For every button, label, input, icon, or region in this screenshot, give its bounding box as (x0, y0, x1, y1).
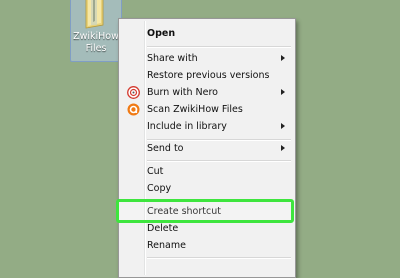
menu-item-label: Burn with Nero (147, 87, 218, 98)
folder-name-label: ZwikiHow Files (71, 31, 121, 55)
desktop-folder-item[interactable]: ZwikiHow Files (70, 0, 122, 62)
menu-item-label: Scan ZwikiHow Files (147, 104, 243, 115)
menu-item-label: Share with (147, 53, 198, 64)
menu-item-label: Open (147, 28, 176, 39)
menu-item-send-to[interactable]: Send to (121, 140, 293, 157)
menu-item-cut[interactable]: Cut (121, 163, 293, 180)
submenu-arrow-icon (281, 145, 285, 151)
submenu-arrow-icon (281, 55, 285, 61)
menu-item-label: Send to (147, 143, 184, 154)
context-menu: Open Share with Restore previous version… (118, 18, 296, 278)
menu-separator (147, 160, 291, 162)
menu-item-open[interactable]: Open (121, 25, 293, 42)
menu-item-restore-previous-versions[interactable]: Restore previous versions (121, 67, 293, 84)
menu-item-burn-with-nero[interactable]: Burn with Nero (121, 84, 293, 101)
menu-separator (147, 46, 291, 48)
avast-icon (127, 103, 140, 116)
menu-item-scan-files[interactable]: Scan ZwikiHow Files (121, 101, 293, 118)
menu-item-label: Include in library (147, 121, 227, 132)
menu-item-copy[interactable]: Copy (121, 180, 293, 197)
menu-item-label: Copy (147, 183, 172, 194)
create-shortcut-highlight (116, 199, 294, 223)
menu-item-share-with[interactable]: Share with (121, 50, 293, 67)
menu-item-label: Restore previous versions (147, 70, 270, 81)
menu-item-label: Delete (147, 223, 179, 234)
folder-icon (85, 0, 104, 29)
submenu-arrow-icon (281, 123, 285, 129)
folder-name-line1: ZwikiHow (73, 31, 119, 42)
submenu-arrow-icon (281, 89, 285, 95)
menu-item-label: Cut (147, 166, 164, 177)
menu-item-label: Rename (147, 240, 186, 251)
menu-item-rename[interactable]: Rename (121, 237, 293, 254)
menu-item-include-in-library[interactable]: Include in library (121, 118, 293, 135)
folder-name-line2: Files (85, 43, 107, 54)
nero-icon (127, 86, 140, 99)
desktop: ZwikiHow Files Open Share with Restore p… (0, 0, 400, 278)
menu-separator (147, 257, 291, 259)
